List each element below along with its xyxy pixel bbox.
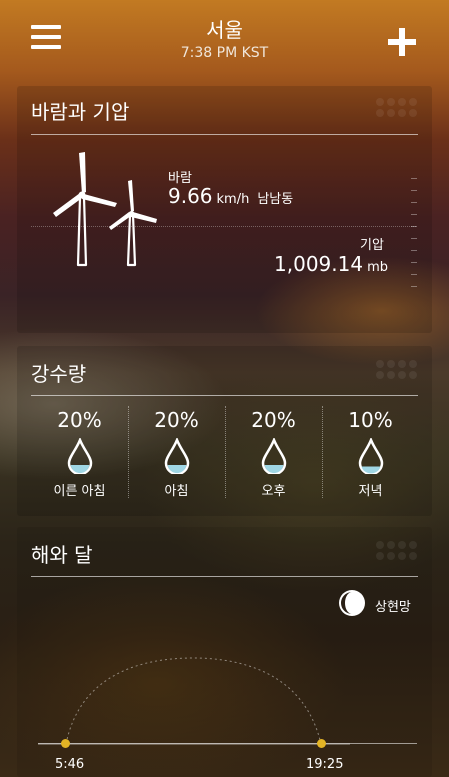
divider	[31, 395, 418, 396]
moon-phase-label: 상현망	[375, 600, 411, 615]
precip-column: 10% 저녁	[322, 408, 419, 499]
precip-percent: 20%	[251, 408, 296, 432]
moon-phase-icon	[339, 590, 365, 616]
precip-period: 오후	[261, 484, 286, 499]
water-drop-icon	[164, 438, 189, 474]
card-title: 해와 달	[31, 543, 93, 567]
wind-speed: 9.66 km/h 남남동	[168, 184, 293, 208]
wind-speed-value: 9.66	[168, 184, 213, 208]
pressure-value: 1,009.14	[274, 252, 364, 276]
wind-pressure-card: 바람과 기압 바람 9.66 km/h 남남동 기압 1,009.14 mb	[17, 86, 432, 333]
water-drop-icon	[358, 438, 383, 474]
wind-unit: km/h	[216, 192, 250, 207]
app-header: 서울 7:38 PM KST	[0, 0, 449, 80]
sunrise-dot	[61, 739, 70, 748]
precip-period: 아침	[164, 484, 189, 499]
precip-percent: 10%	[348, 408, 393, 432]
precip-column: 20% 오후	[225, 408, 322, 499]
wind-turbine-icon	[53, 152, 157, 267]
card-menu-dots-icon[interactable]	[376, 360, 418, 382]
sunset-time: 19:25	[306, 757, 344, 772]
card-menu-dots-icon[interactable]	[376, 541, 418, 563]
pressure: 1,009.14 mb	[274, 252, 388, 276]
sun-path-arc	[38, 657, 350, 745]
card-menu-dots-icon[interactable]	[376, 98, 418, 120]
precip-period: 이른 아침	[53, 484, 106, 499]
precip-period: 저녁	[358, 484, 383, 499]
divider	[31, 576, 418, 577]
precip-percent: 20%	[154, 408, 199, 432]
wind-direction: 남남동	[257, 192, 294, 207]
sunset-dot	[317, 739, 326, 748]
precip-column: 20% 아침	[128, 408, 225, 499]
precip-percent: 20%	[57, 408, 102, 432]
precip-column: 20% 이른 아침	[31, 408, 128, 499]
card-title: 바람과 기압	[31, 100, 130, 124]
horizon-line	[38, 743, 417, 744]
sunrise-time: 5:46	[55, 757, 85, 772]
water-drop-icon	[261, 438, 286, 474]
city-name[interactable]: 서울	[0, 14, 449, 43]
pressure-label: 기압	[360, 238, 384, 253]
card-title: 강수량	[31, 362, 87, 386]
add-location-button[interactable]	[388, 28, 416, 56]
pressure-unit: mb	[367, 260, 388, 275]
local-time: 7:38 PM KST	[180, 45, 269, 61]
water-drop-icon	[67, 438, 92, 474]
divider	[31, 134, 418, 135]
divider	[31, 226, 416, 227]
